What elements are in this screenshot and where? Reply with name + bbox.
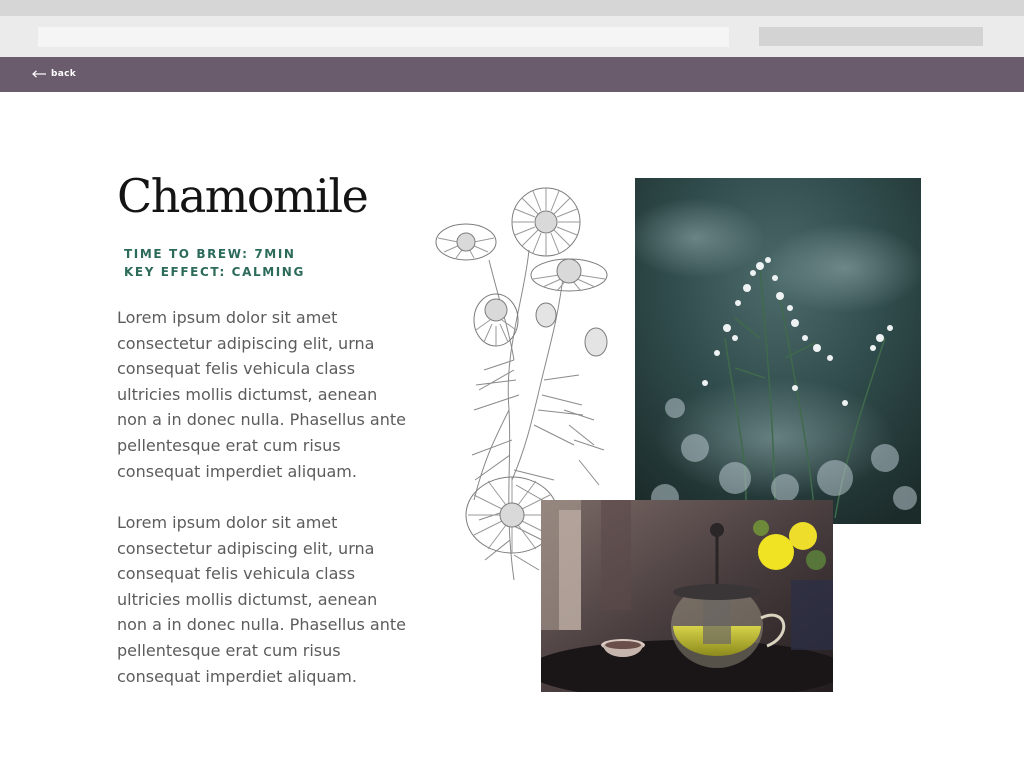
top-navbar (0, 57, 1024, 92)
back-link[interactable]: back (32, 67, 76, 81)
page-title: Chamomile (117, 169, 369, 223)
tea-photo (541, 500, 833, 692)
browser-search-field[interactable] (759, 27, 983, 46)
browser-top-strip (0, 0, 1024, 16)
flowers-photo (635, 178, 921, 524)
key-effect: KEY EFFECT: CALMING (124, 265, 305, 279)
description-paragraph-2: Lorem ipsum dolor sit amet consectetur a… (117, 513, 406, 686)
tea-meta: TIME TO BREW: 7MIN KEY EFFECT: CALMING (124, 245, 305, 281)
brew-time: TIME TO BREW: 7MIN (124, 247, 296, 261)
description-paragraph-1: Lorem ipsum dolor sit amet consectetur a… (117, 308, 406, 481)
arrow-left-icon (32, 70, 47, 78)
back-link-label: back (51, 69, 77, 79)
address-bar[interactable] (38, 27, 729, 47)
